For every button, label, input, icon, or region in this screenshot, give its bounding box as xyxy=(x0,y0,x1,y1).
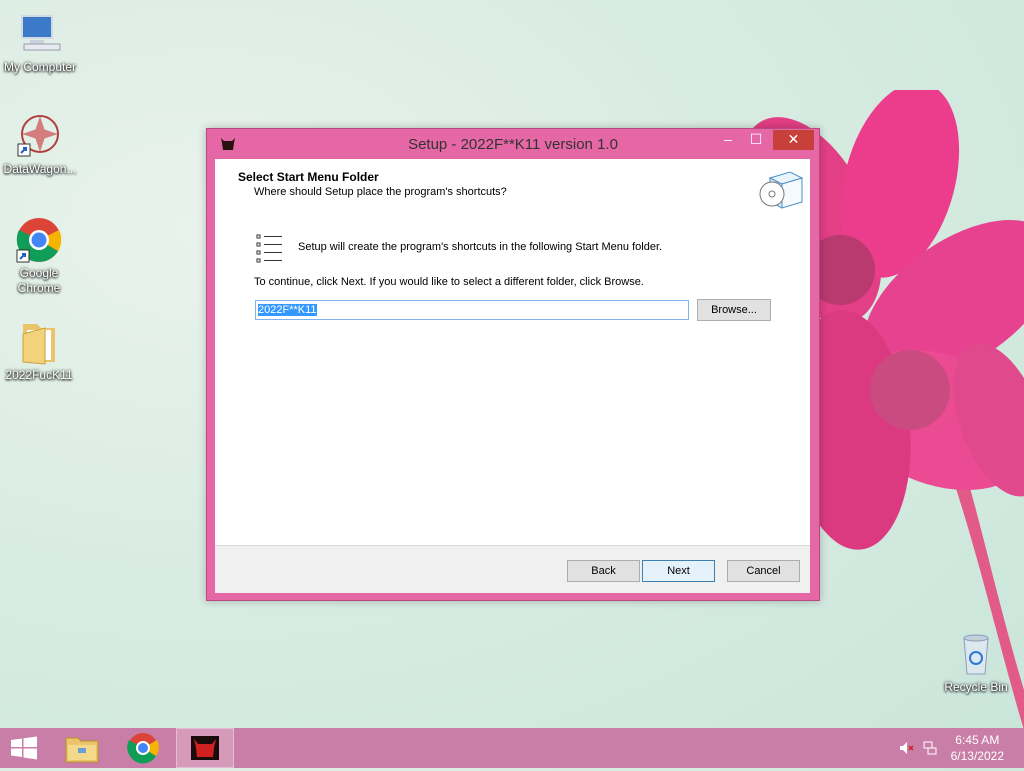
wizard-content: Select Start Menu Folder Where should Se… xyxy=(215,159,810,593)
desktop-icon-google-chrome[interactable]: Google Chrome xyxy=(0,216,79,296)
taskbar-setup-app[interactable] xyxy=(176,728,234,768)
chrome-icon xyxy=(15,216,63,264)
folder-icon xyxy=(15,318,63,366)
volume-muted-icon[interactable] xyxy=(898,740,914,756)
folder-name-value: 2022F**K11 xyxy=(258,304,317,316)
file-explorer-icon xyxy=(65,737,99,763)
setup-window: Setup - 2022F**K11 version 1.0 – ☐ ✕ Sel… xyxy=(206,128,820,601)
page-subtitle: Where should Setup place the program's s… xyxy=(254,186,507,198)
cancel-button[interactable]: Cancel xyxy=(727,560,800,582)
network-icon[interactable] xyxy=(922,740,938,756)
list-icon xyxy=(256,234,282,263)
taskbar-chrome[interactable] xyxy=(114,728,172,768)
start-button[interactable] xyxy=(0,728,58,768)
maximize-button[interactable]: ☐ xyxy=(743,130,769,150)
clock-time: 6:45 AM xyxy=(955,733,1000,747)
desktop-icon-my-computer[interactable]: My Computer xyxy=(0,10,80,75)
title-bar[interactable]: Setup - 2022F**K11 version 1.0 – ☐ ✕ xyxy=(207,129,819,159)
desktop-icon-recycle-bin[interactable]: Recycle Bin xyxy=(936,630,1016,695)
instruction-text: To continue, click Next. If you would li… xyxy=(254,276,644,288)
next-button[interactable]: Next xyxy=(642,560,715,582)
info-text: Setup will create the program's shortcut… xyxy=(298,241,663,253)
desktop-icon-label: My Computer xyxy=(3,60,77,74)
app-icon xyxy=(191,736,219,760)
wizard-header: Select Start Menu Folder Where should Se… xyxy=(215,159,810,216)
page-title: Select Start Menu Folder xyxy=(238,170,379,184)
close-button[interactable]: ✕ xyxy=(773,130,814,150)
system-clock[interactable]: 6:45 AM 6/13/2022 xyxy=(951,732,1004,764)
taskbar: 6:45 AM 6/13/2022 xyxy=(0,728,1024,768)
desktop-icon-label: DataWagon... xyxy=(3,162,77,176)
desktop-icon-label: 2022FucK11 xyxy=(5,368,73,382)
taskbar-file-explorer[interactable] xyxy=(54,728,112,768)
desktop-icon-datawagon[interactable]: DataWagon... xyxy=(0,112,80,177)
chrome-icon xyxy=(127,733,159,764)
wizard-footer: Back Next Cancel xyxy=(215,545,810,593)
desktop-icon-folder[interactable]: 2022FucK11 xyxy=(0,318,79,383)
desktop-icon-label: Google Chrome xyxy=(17,266,61,295)
recycle-bin-icon xyxy=(952,630,1000,678)
computer-icon xyxy=(16,10,64,58)
back-button[interactable]: Back xyxy=(567,560,640,582)
datawagon-icon xyxy=(16,112,64,160)
clock-date: 6/13/2022 xyxy=(950,749,1004,763)
browse-button[interactable]: Browse... xyxy=(697,299,771,321)
windows-logo-icon xyxy=(11,736,37,760)
start-menu-folder-input[interactable]: 2022F**K11 xyxy=(255,300,689,320)
minimize-button[interactable]: – xyxy=(715,130,741,150)
setup-box-icon xyxy=(759,171,804,209)
desktop-icon-label: Recycle Bin xyxy=(944,680,1008,694)
